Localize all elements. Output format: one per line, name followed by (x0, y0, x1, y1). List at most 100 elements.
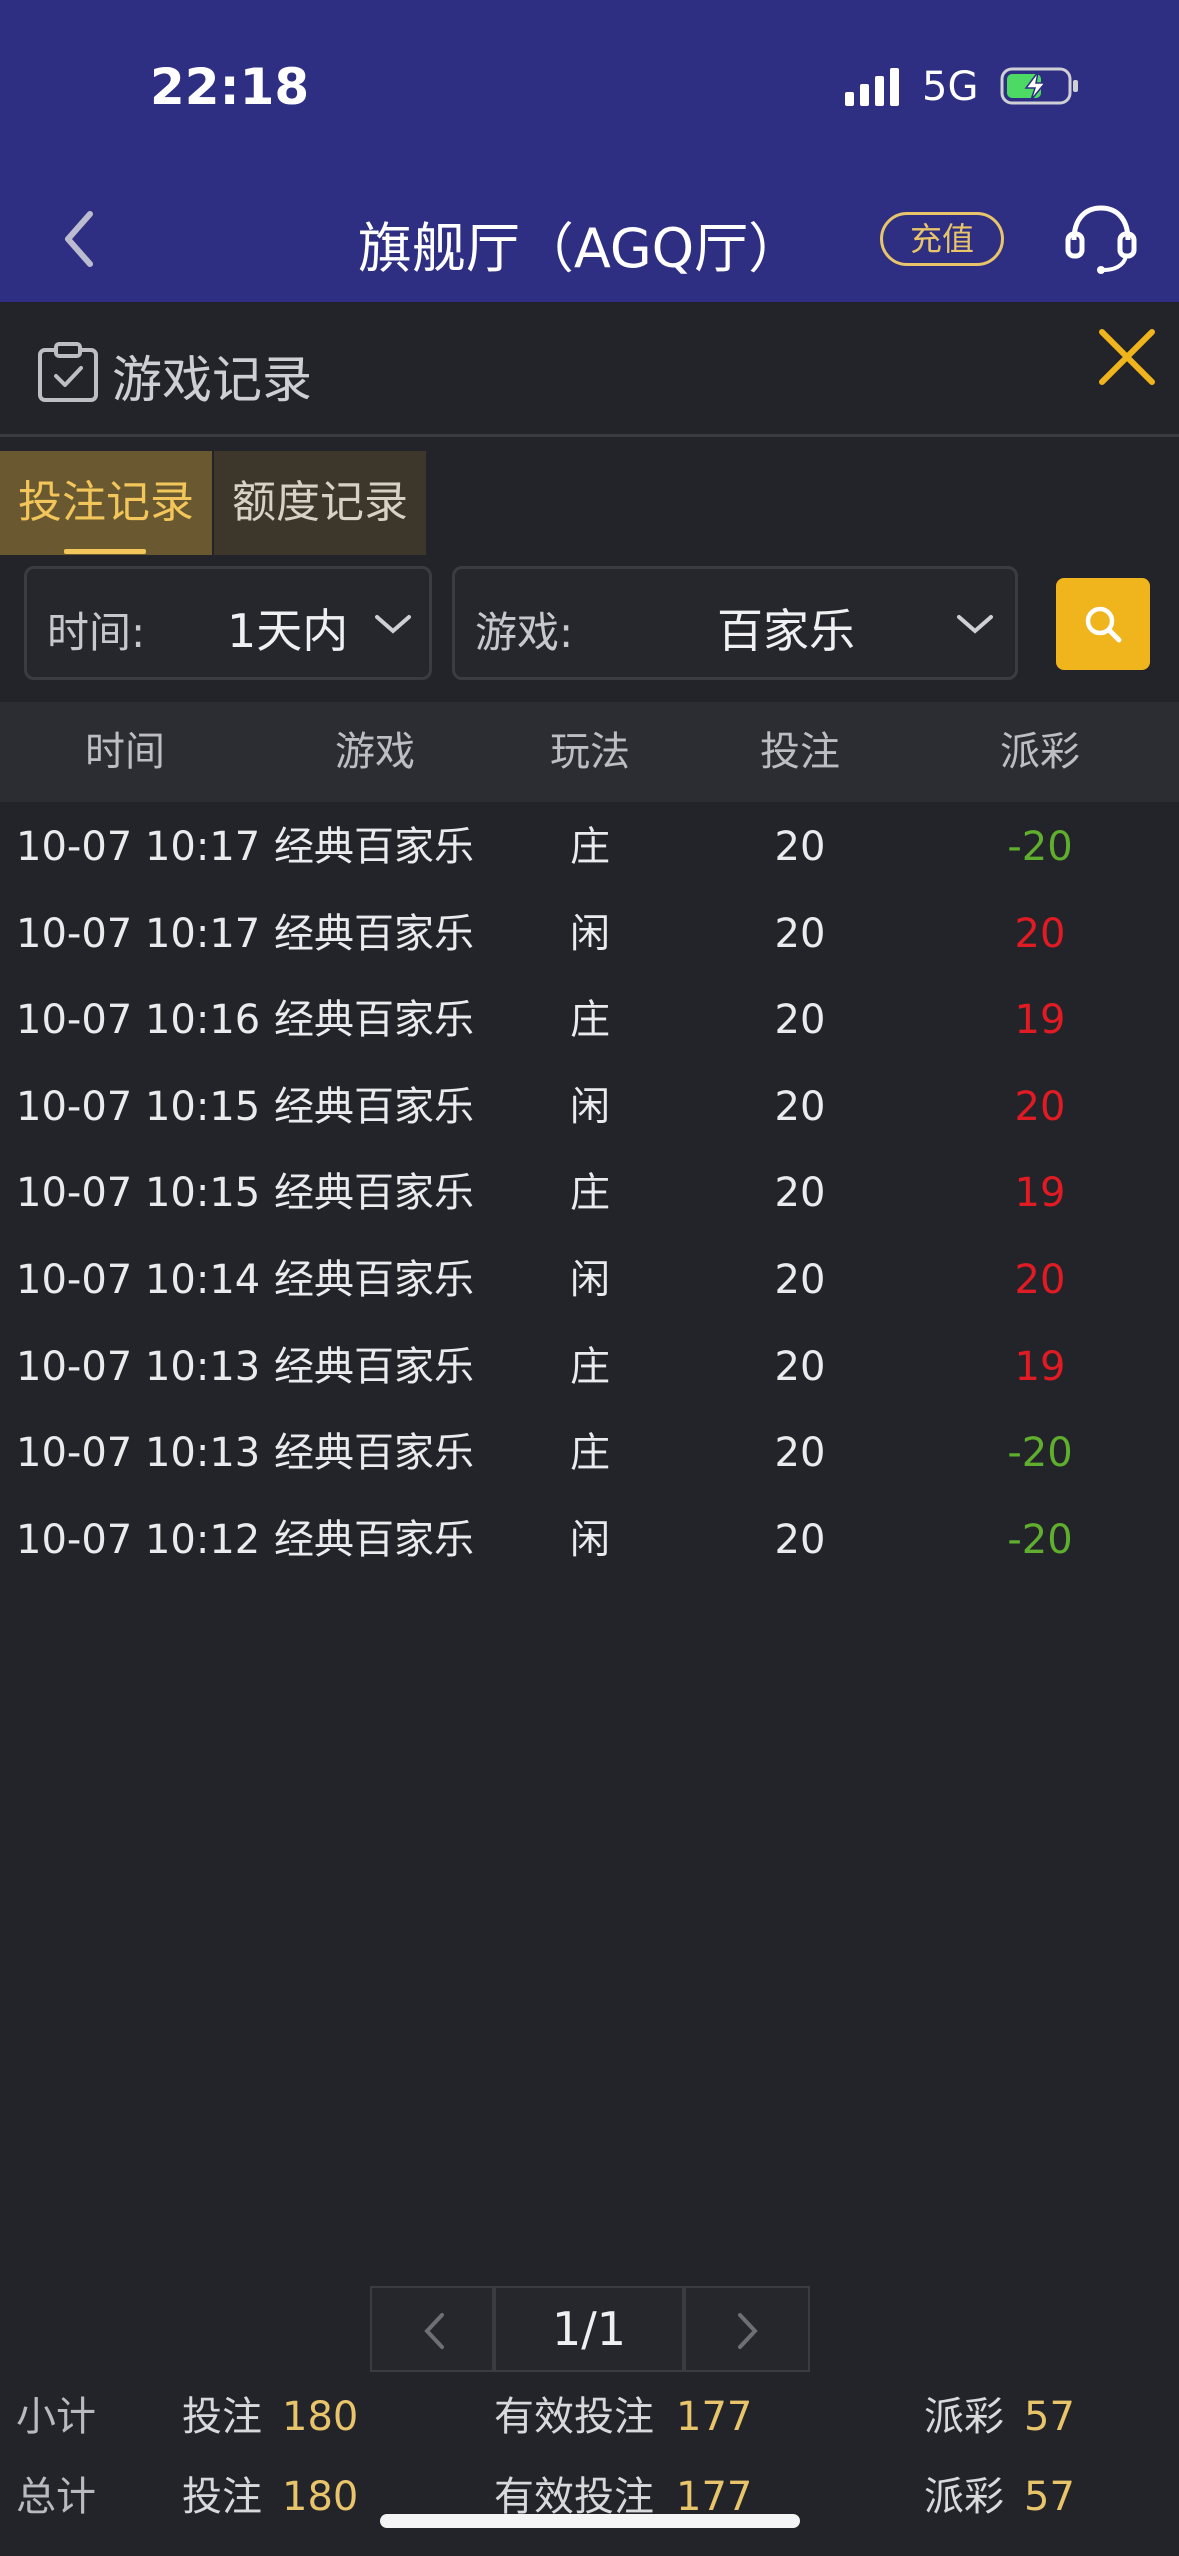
cell-play: 闲 (570, 1516, 610, 1563)
recharge-button[interactable]: 充值 (880, 212, 1004, 266)
cell-play: 庄 (570, 997, 610, 1044)
page-title: 旗舰厅（AGQ厅） (357, 217, 803, 280)
customer-service-icon[interactable] (1064, 200, 1138, 276)
back-button[interactable] (52, 204, 112, 274)
tab-label: 投注记录 (18, 477, 194, 528)
column-header-payout: 派彩 (1000, 729, 1080, 775)
cell-game: 经典百家乐 (274, 1083, 474, 1130)
cell-time: 10-07 10:17 (16, 824, 261, 870)
cell-game: 经典百家乐 (274, 910, 474, 957)
cell-play: 闲 (570, 910, 610, 957)
cell-game: 经典百家乐 (274, 824, 474, 870)
cell-game: 经典百家乐 (274, 1430, 474, 1477)
cell-payout: -20 (1007, 1430, 1073, 1477)
pagination: 1/1 (370, 2286, 810, 2372)
cell-time: 10-07 10:15 (16, 1083, 261, 1130)
cell-payout: -20 (1007, 824, 1073, 870)
cell-play: 庄 (570, 1170, 610, 1217)
cell-play: 闲 (570, 1256, 610, 1303)
column-header-bet: 投注 (760, 729, 840, 775)
cell-game: 经典百家乐 (274, 1343, 474, 1390)
table-row[interactable]: 10-07 10:17 经典百家乐 闲 20 20 (0, 891, 1179, 978)
subtotal-label: 小计 (16, 2394, 96, 2440)
cell-bet: 20 (774, 1516, 826, 1563)
table-row[interactable]: 10-07 10:13 经典百家乐 庄 20 -20 (0, 1410, 1179, 1497)
game-filter-label: 游戏: (475, 608, 574, 657)
table-row[interactable]: 10-07 10:15 经典百家乐 庄 20 19 (0, 1150, 1179, 1237)
cell-game: 经典百家乐 (274, 1256, 474, 1303)
table-row[interactable]: 10-07 10:12 经典百家乐 闲 20 -20 (0, 1497, 1179, 1584)
cell-payout: 19 (1014, 1343, 1066, 1390)
cell-play: 闲 (570, 1083, 610, 1130)
cell-bet: 20 (774, 1083, 826, 1130)
cell-game: 经典百家乐 (274, 1170, 474, 1217)
total-payout-value: 57 (1024, 2474, 1075, 2520)
chevron-left-icon (424, 2313, 444, 2349)
subtotal-bet-label: 投注 (182, 2394, 262, 2440)
column-header-game: 游戏 (335, 729, 415, 775)
tab-credit-records[interactable]: 额度记录 (214, 451, 426, 555)
cell-play: 庄 (570, 1430, 610, 1477)
panel-header: 游戏记录 (0, 302, 1179, 437)
record-clipboard-icon (38, 342, 98, 402)
prev-page-button[interactable] (370, 2286, 494, 2372)
cell-time: 10-07 10:14 (16, 1256, 261, 1303)
subtotal-payout-label: 派彩 (924, 2394, 1004, 2440)
chevron-right-icon (738, 2313, 758, 2349)
search-button[interactable] (1056, 578, 1150, 670)
table-row[interactable]: 10-07 10:16 经典百家乐 庄 20 19 (0, 977, 1179, 1064)
table-body: 10-07 10:17 经典百家乐 庄 20 -20 10-07 10:17 经… (0, 804, 1179, 1583)
subtotal-payout-value: 57 (1024, 2394, 1075, 2440)
total-payout-label: 派彩 (924, 2474, 1004, 2520)
cell-payout: 20 (1014, 1256, 1066, 1303)
game-filter-value: 百家乐 (717, 604, 855, 658)
time-filter-value: 1天内 (227, 604, 349, 658)
home-indicator[interactable] (380, 2514, 800, 2528)
cell-play: 庄 (570, 1343, 610, 1390)
cell-game: 经典百家乐 (274, 997, 474, 1044)
close-icon[interactable] (1094, 324, 1160, 390)
column-header-time: 时间 (85, 729, 165, 775)
cell-time: 10-07 10:17 (16, 910, 261, 957)
signal-icon (845, 68, 899, 106)
cell-payout: 20 (1014, 1083, 1066, 1130)
subtotal-bet-value: 180 (282, 2394, 359, 2440)
time-filter-select[interactable]: 时间: 1天内 (24, 566, 432, 680)
table-row[interactable]: 10-07 10:17 经典百家乐 庄 20 -20 (0, 804, 1179, 891)
cell-payout: 19 (1014, 1170, 1066, 1217)
total-bet-value: 180 (282, 2474, 359, 2520)
next-page-button[interactable] (684, 2286, 810, 2372)
tab-label: 额度记录 (232, 477, 408, 528)
page-indicator: 1/1 (494, 2286, 684, 2372)
cell-time: 10-07 10:13 (16, 1430, 261, 1477)
cell-time: 10-07 10:12 (16, 1516, 261, 1563)
status-time: 22:18 (150, 58, 310, 116)
chevron-down-icon (957, 615, 993, 634)
table-row[interactable]: 10-07 10:13 经典百家乐 庄 20 19 (0, 1324, 1179, 1411)
cell-bet: 20 (774, 1170, 826, 1217)
cell-payout: 20 (1014, 910, 1066, 957)
cell-time: 10-07 10:13 (16, 1343, 261, 1390)
cell-bet: 20 (774, 910, 826, 957)
game-filter-select[interactable]: 游戏: 百家乐 (452, 566, 1018, 680)
subtotal-row: 小计 投注 180 有效投注 177 派彩 57 (0, 2382, 1179, 2452)
network-type: 5G (922, 64, 979, 110)
cell-game: 经典百家乐 (274, 1516, 474, 1563)
active-tab-indicator (64, 549, 146, 554)
chevron-down-icon (375, 615, 411, 634)
cell-bet: 20 (774, 1343, 826, 1390)
tab-bet-records[interactable]: 投注记录 (0, 451, 212, 555)
panel-title: 游戏记录 (112, 351, 312, 409)
column-header-play: 玩法 (550, 729, 630, 775)
cell-bet: 20 (774, 1256, 826, 1303)
battery-icon (1000, 67, 1078, 105)
subtotal-effective-label: 有效投注 (494, 2394, 654, 2440)
table-row[interactable]: 10-07 10:14 经典百家乐 闲 20 20 (0, 1237, 1179, 1324)
cell-payout: -20 (1007, 1516, 1073, 1563)
table-row[interactable]: 10-07 10:15 经典百家乐 闲 20 20 (0, 1064, 1179, 1151)
total-label: 总计 (16, 2474, 96, 2520)
cell-play: 庄 (570, 824, 610, 870)
cell-bet: 20 (774, 997, 826, 1044)
subtotal-effective-value: 177 (676, 2394, 753, 2440)
top-bar: 22:18 5G 旗舰厅（AGQ厅） 充值 (0, 0, 1179, 302)
